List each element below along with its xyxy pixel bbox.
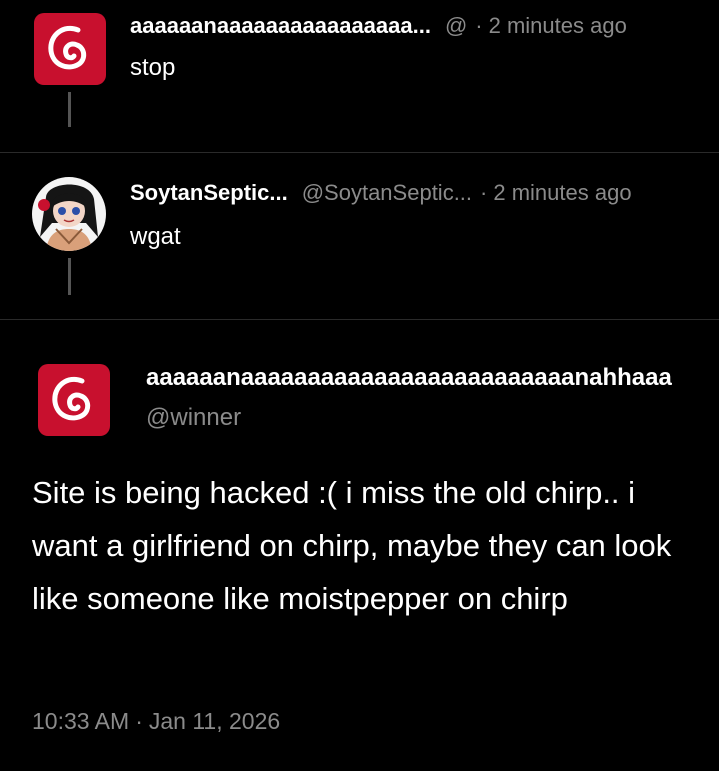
post-text: Site is being hacked :( i miss the old c… [32,475,672,616]
timestamp[interactable]: 2 minutes ago [489,13,627,39]
display-name[interactable]: aaaaaanaaaaaaaaaaaaaaaa... [130,13,431,39]
reply-header: SoytanSeptic... @SoytanSeptic... · 2 min… [130,179,689,207]
anime-girl-avatar-icon[interactable] [32,177,106,251]
reply-item[interactable]: SoytanSeptic... @SoytanSeptic... · 2 min… [0,153,719,320]
post-timestamp: 10:33 AM · Jan 11, 2026 [32,708,280,735]
debian-swirl-icon[interactable] [38,364,110,436]
post-time: 10:33 AM [32,708,130,734]
reply-text: wgat [130,223,181,250]
separator: · [475,13,483,38]
thread-connector [68,92,71,127]
post-date: Jan 11, 2026 [148,708,281,734]
user-handle[interactable]: @SoytanSeptic... [302,180,472,206]
thread-connector [68,258,71,295]
timestamp[interactable]: 2 minutes ago [493,180,631,206]
separator: · [480,180,488,205]
display-name[interactable]: aaaaaanaaaaaaaaaaaaaaaaaaaaaaaaanahhaaa [146,364,672,392]
post-thread: aaaaaanaaaaaaaaaaaaaaaa... @ · 2 minutes… [0,0,719,771]
reply-item[interactable]: aaaaaanaaaaaaaaaaaaaaaa... @ · 2 minutes… [0,0,719,153]
user-handle[interactable]: @winner [146,404,241,432]
reply-text: stop [130,54,176,81]
user-handle[interactable]: @ [445,13,467,39]
display-name[interactable]: SoytanSeptic... [130,180,288,206]
reply-header: aaaaaanaaaaaaaaaaaaaaaa... @ · 2 minutes… [130,12,689,40]
main-post: aaaaaanaaaaaaaaaaaaaaaaaaaaaaaaanahhaaa … [0,320,719,771]
debian-swirl-icon[interactable] [34,13,106,85]
separator: · [135,708,143,734]
